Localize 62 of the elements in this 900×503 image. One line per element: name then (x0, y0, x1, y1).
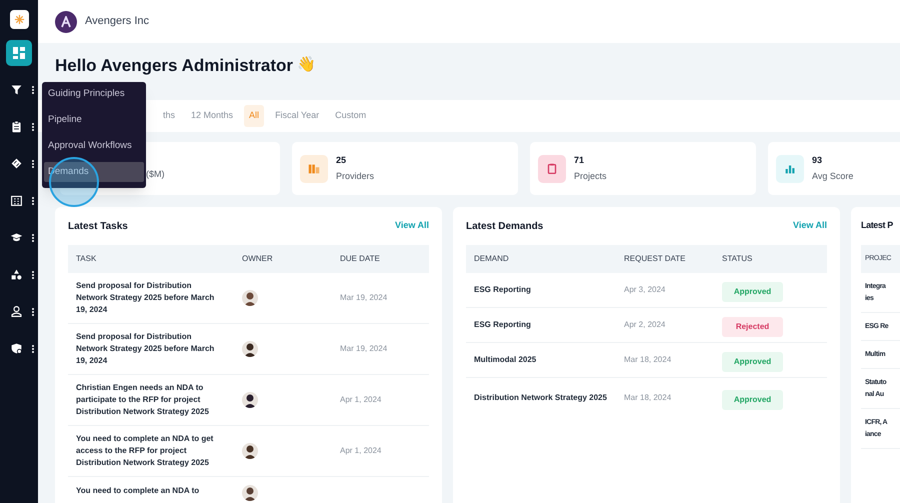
card-title: Latest Tasks (68, 220, 128, 234)
task-text: Send proposal for Distribution Network Strategy 2025 before March 19, 2024 (75, 280, 216, 316)
period-tab[interactable]: 12 Months (186, 105, 238, 127)
card-title: Latest P (861, 219, 893, 232)
demand-name: Multimodal 2025 (473, 354, 538, 366)
task-text: Christian Engen needs an NDA to participate to the RFP for project Distribution Network Strategy 2025 (75, 382, 210, 418)
bar-chart-icon (776, 154, 804, 182)
period-tab[interactable]: All (244, 105, 264, 127)
column-header: DEMAND (473, 253, 510, 265)
view-all-link[interactable]: View All (792, 219, 827, 233)
demand-name: Distribution Network Strategy 2025 (473, 392, 608, 404)
menu-item[interactable]: Guiding Principles (44, 84, 144, 104)
building-icon (300, 154, 328, 182)
demand-name: ESG Reporting (473, 284, 532, 296)
clipboard-icon (538, 154, 566, 182)
request-date: Apr 2, 2024 (623, 319, 666, 331)
stat-label: ($M) (146, 168, 164, 181)
avatar-icon (242, 290, 258, 306)
dashboard-button[interactable] (6, 40, 32, 66)
status-badge: Approved (722, 352, 783, 372)
org-logo-icon (55, 10, 77, 32)
period-tab[interactable]: Custom (330, 105, 372, 127)
greeting-title: Hello Avengers Administrator (55, 55, 294, 77)
stat-label: Projects (574, 170, 607, 183)
menu-item[interactable]: Approval Workflows (44, 136, 144, 156)
task-text: You need to complete an NDA to get access to the RFP for project Distribution Network Strategy 2025 (75, 433, 214, 469)
column-header: TASK (75, 253, 98, 265)
due-date: Apr 1, 2024 (339, 394, 382, 406)
avatar-icon (242, 485, 258, 501)
request-date: Apr 3, 2024 (623, 284, 666, 296)
stat-label: Avg Score (812, 170, 854, 183)
stat-label: Providers (336, 170, 374, 183)
stat-value: 71 (574, 154, 586, 166)
view-all-link[interactable]: View All (394, 219, 429, 233)
app-logo-icon[interactable] (10, 10, 28, 29)
status-badge: Approved (722, 390, 783, 410)
column-header: OWNER (241, 253, 274, 265)
column-header: REQUEST DATE (623, 253, 686, 265)
wave-emoji: 👋 (297, 54, 316, 75)
due-date: Apr 1, 2024 (339, 445, 382, 457)
stat-value: 25 (336, 154, 348, 166)
column-header: DUE DATE (339, 253, 381, 265)
demand-name: ESG Reporting (473, 319, 532, 331)
avatar-icon (242, 443, 258, 459)
stat-value: 93 (812, 154, 824, 166)
period-tab[interactable]: Fiscal Year (270, 105, 324, 127)
status-badge: Approved (722, 282, 783, 302)
dashboard-icon (11, 44, 27, 60)
period-tab[interactable]: ths (158, 105, 180, 127)
request-date: Mar 18, 2024 (623, 354, 672, 366)
task-text: Send proposal for Distribution Network Strategy 2025 before March 19, 2024 (75, 331, 216, 367)
org-name: Avengers Inc (85, 14, 150, 30)
due-date: Mar 19, 2024 (339, 343, 388, 355)
card-title: Latest Demands (466, 220, 544, 234)
status-badge: Rejected (722, 317, 783, 337)
task-text: You need to complete an NDA to (75, 485, 200, 497)
due-date: Mar 19, 2024 (339, 292, 388, 304)
column-header: STATUS (721, 253, 754, 265)
avatar-icon (242, 341, 258, 357)
menu-item[interactable]: Pipeline (44, 110, 144, 130)
avatar-icon (242, 392, 258, 408)
request-date: Mar 18, 2024 (623, 392, 672, 404)
